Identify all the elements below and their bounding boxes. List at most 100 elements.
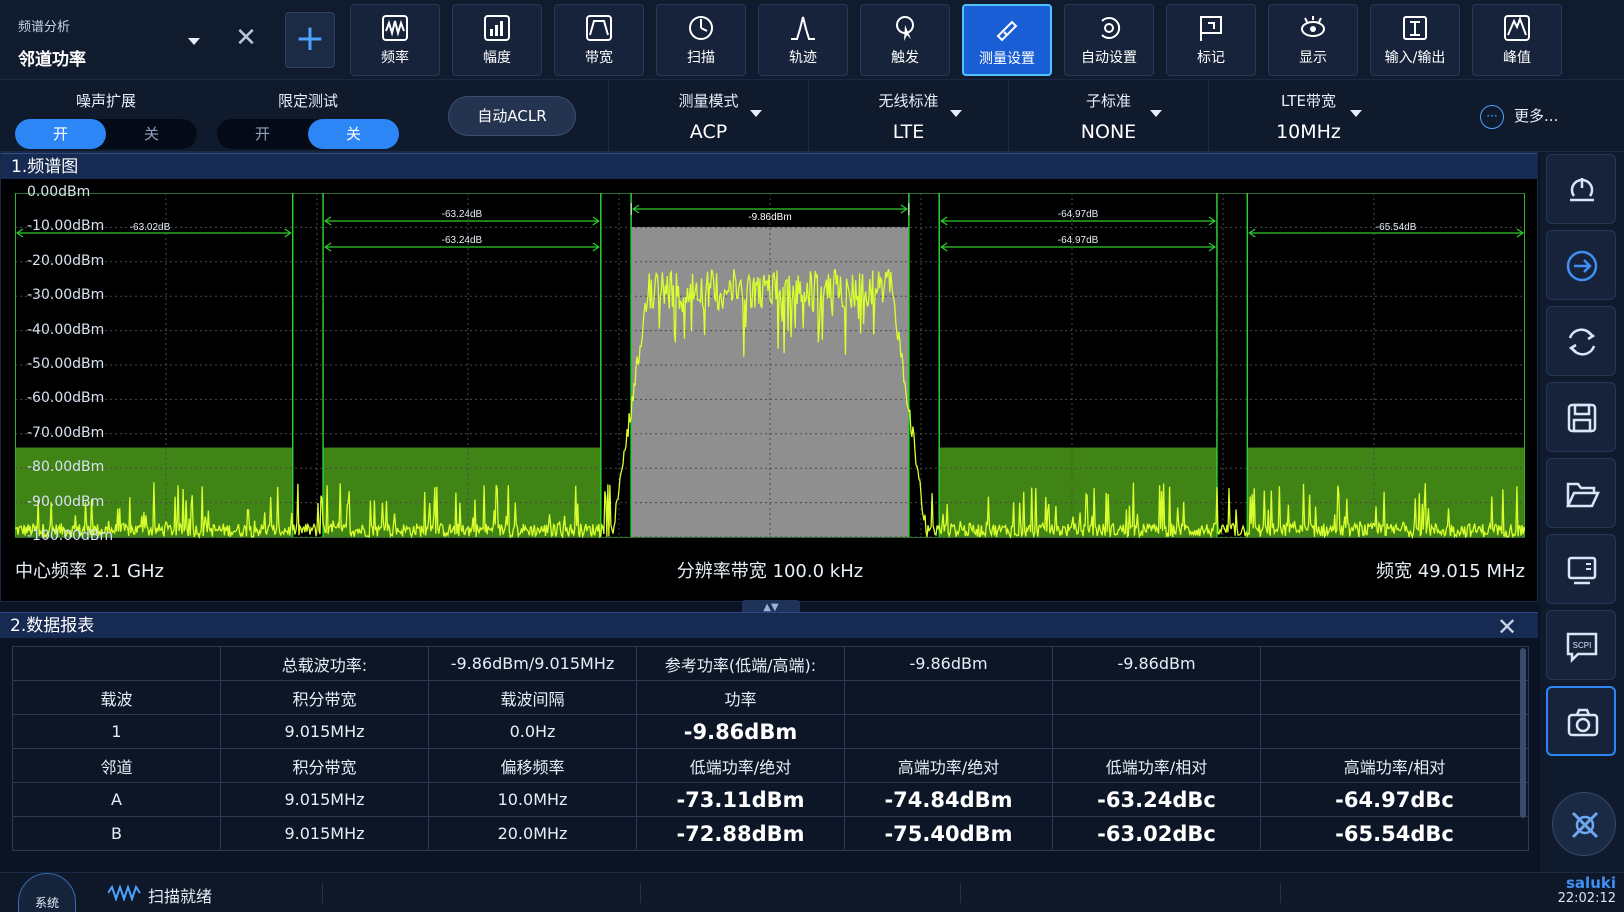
- chevron-down-icon: [188, 38, 200, 45]
- toolbar-button-bandwidth[interactable]: 带宽: [554, 4, 644, 76]
- alt-power-label-B-high: -65.54dB: [1376, 222, 1417, 233]
- screen-button[interactable]: [1546, 534, 1616, 604]
- preset-button[interactable]: [1546, 154, 1616, 224]
- status-divider: [960, 883, 961, 903]
- table-cell: -63.24dBc: [1052, 782, 1261, 817]
- toolbar-button-auto-setup[interactable]: 自动设置: [1064, 4, 1154, 76]
- spectrum-footer: 中心频率 2.1 GHz 分辨率带宽 100.0 kHz 频宽 49.015 M…: [15, 557, 1525, 583]
- chevron-down-icon: [750, 110, 762, 117]
- table-cell: 高端功率/相对: [1260, 748, 1529, 783]
- meas-mode-value: ACP: [689, 121, 728, 143]
- close-icon[interactable]: ✕: [1494, 614, 1520, 640]
- limit-test-title: 限定测试: [277, 92, 338, 110]
- table-cell: 积分带宽: [220, 748, 429, 783]
- measurement-selector[interactable]: 频谱分析 邻道功率: [8, 8, 208, 72]
- frequency-icon: [382, 15, 408, 41]
- table-row: 总载波功率: -9.86dBm/9.015MHz 参考功率(低端/高端): -9.86…: [12, 646, 1529, 681]
- meas-mode-dropdown[interactable]: 测量模式 ACP: [608, 80, 808, 152]
- span[interactable]: 频宽 49.015 MHz: [1376, 557, 1525, 583]
- noise-extension-off[interactable]: 关: [106, 119, 197, 149]
- limit-test-off[interactable]: 关: [308, 119, 399, 149]
- more-label: 更多...: [1514, 107, 1559, 125]
- toolbar-button-label: 幅度: [483, 50, 511, 66]
- table-cell: -9.86dBm: [636, 714, 845, 749]
- save-button[interactable]: [1546, 382, 1616, 452]
- auto-setup-icon: [1101, 17, 1121, 39]
- toolbar-button-sweep[interactable]: 扫描: [656, 4, 746, 76]
- y-tick-label: -70.00dBm: [27, 424, 105, 441]
- add-measurement-button[interactable]: +: [285, 12, 335, 68]
- toolbar-button-trace[interactable]: 轨迹: [758, 4, 848, 76]
- lte-bw-value: 10MHz: [1276, 121, 1341, 143]
- table-cell: [1052, 680, 1261, 715]
- close-icon[interactable]: ✕: [232, 24, 260, 52]
- lte-bw-title: LTE带宽: [1281, 92, 1336, 110]
- y-tick-label: -100.00dBm: [27, 528, 114, 544]
- toolbar-button-label: 输入/输出: [1384, 50, 1446, 66]
- more-button[interactable]: ··· 更多...: [1480, 100, 1558, 132]
- noise-extension-title: 噪声扩展: [75, 92, 136, 110]
- measurement-label: 邻道功率: [18, 50, 86, 70]
- table-cell: -63.02dBc: [1052, 816, 1261, 851]
- y-tick-label: -10.00dBm: [27, 218, 105, 235]
- limit-test-group: 限定测试 开 关: [216, 80, 400, 152]
- status-bar: 系统 扫描就绪 saluki 22:02:12: [0, 872, 1624, 912]
- spectrum-header: 1.频谱图: [1, 153, 1537, 179]
- toolbar-button-amplitude[interactable]: 幅度: [452, 4, 542, 76]
- home-button[interactable]: [1552, 792, 1616, 856]
- resolution-bandwidth[interactable]: 分辨率带宽 100.0 kHz: [15, 557, 1525, 583]
- open-folder-button[interactable]: [1546, 458, 1616, 528]
- toolbar-button-peak[interactable]: 峰值: [1472, 4, 1562, 76]
- table-cell: 1: [12, 714, 221, 749]
- table-cell: -73.11dBm: [636, 782, 845, 817]
- adj-power-label-A-high-2: -64.97dB: [1058, 235, 1099, 246]
- table-row: B 9.015MHz 20.0MHz -72.88dBm -75.40dBm -63.02…: [12, 816, 1529, 851]
- scpi-label: SCPI: [1573, 641, 1592, 650]
- table-cell: 9.015MHz: [220, 782, 429, 817]
- toolbar-button-display[interactable]: 显示: [1268, 4, 1358, 76]
- meas-setup-icon: [996, 20, 1018, 42]
- toolbar-button-meas-setup[interactable]: 测量设置: [962, 4, 1052, 76]
- adj-power-label-A-low-2: -63.24dB: [442, 235, 483, 246]
- lte-bw-dropdown[interactable]: LTE带宽 10MHz: [1208, 80, 1408, 152]
- sub-std-value: NONE: [1080, 121, 1137, 143]
- carrier-power-label: -9.86dBm: [748, 212, 791, 223]
- sub-std-title: 子标准: [1085, 92, 1131, 110]
- table-cell: 载波: [12, 680, 221, 715]
- screenshot-button[interactable]: [1546, 686, 1616, 756]
- y-tick-label: -40.00dBm: [27, 321, 105, 338]
- table-cell: -75.40dBm: [844, 816, 1053, 851]
- table-cell: [1052, 714, 1261, 749]
- local-button[interactable]: [1546, 230, 1616, 300]
- chevron-down-icon: [1150, 110, 1162, 117]
- sub-std-dropdown[interactable]: 子标准 NONE: [1008, 80, 1208, 152]
- limit-test-on[interactable]: 开: [217, 119, 308, 149]
- scpi-button[interactable]: SCPI: [1546, 610, 1616, 680]
- table-cell: 总载波功率:: [220, 646, 429, 681]
- toolbar-button-io[interactable]: 输入/输出: [1370, 4, 1460, 76]
- table-cell: -65.54dBc: [1260, 816, 1529, 851]
- table-cell: -72.88dBm: [636, 816, 845, 851]
- table-cell: 偏移频率: [428, 748, 637, 783]
- toolbar-button-label: 扫描: [687, 50, 715, 66]
- auto-aclr-button[interactable]: 自动ACLR: [448, 96, 576, 136]
- trace-icon: [791, 16, 815, 40]
- table-scrollbar[interactable]: [1520, 648, 1526, 818]
- toolbar-button-frequency[interactable]: 频率: [350, 4, 440, 76]
- system-button[interactable]: 系统: [18, 873, 76, 912]
- noise-extension-on[interactable]: 开: [15, 119, 106, 149]
- status-divider: [640, 883, 641, 903]
- sweep-wave-icon: [108, 885, 141, 901]
- limit-test-toggle[interactable]: 开 关: [217, 119, 399, 149]
- toolbar-button-trigger[interactable]: 触发: [860, 4, 950, 76]
- noise-extension-toggle[interactable]: 开 关: [15, 119, 197, 149]
- peak-icon: [1504, 15, 1530, 41]
- spectrum-plot[interactable]: -63.02dB-63.24dB-63.24dB-9.86dBm -64.97dB…: [15, 193, 1525, 547]
- scpi-icon: SCPI: [1566, 632, 1598, 664]
- wireless-std-dropdown[interactable]: 无线标准 LTE: [808, 80, 1008, 152]
- refresh-button[interactable]: [1546, 306, 1616, 376]
- right-sidebar: SCPI: [1540, 152, 1624, 872]
- report-header: 2.数据报表: [0, 612, 1538, 638]
- table-cell: 载波间隔: [428, 680, 637, 715]
- toolbar-button-marker[interactable]: 标记: [1166, 4, 1256, 76]
